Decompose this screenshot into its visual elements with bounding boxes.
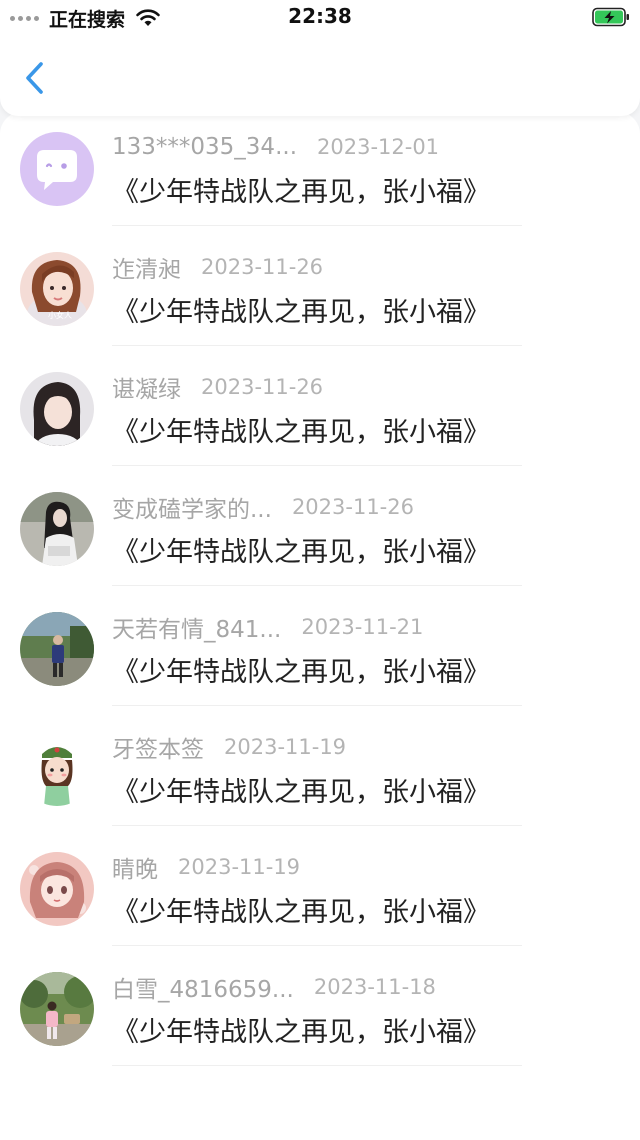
- comment-row[interactable]: 变成磕学家的... 2023-11-26 《少年特战队之再见，张小福》: [0, 466, 640, 586]
- avatar-image: 小女人: [20, 252, 94, 326]
- clock: 22:38: [288, 4, 352, 28]
- username[interactable]: 谌凝绿: [112, 370, 181, 404]
- avatar-image: [20, 372, 94, 446]
- username[interactable]: 白雪_4816659...: [112, 970, 294, 1004]
- comment-date: 2023-11-19: [178, 855, 301, 879]
- comment-date: 2023-11-26: [291, 495, 414, 519]
- battery-charging-icon: [592, 7, 629, 27]
- avatar-image: [20, 732, 94, 806]
- comment-text: 《少年特战队之再见，张小福》: [112, 777, 490, 808]
- comment-meta: 天若有情_841... 2023-11-21: [112, 610, 424, 644]
- avatar-image: [20, 492, 94, 566]
- back-button[interactable]: [18, 58, 54, 98]
- username[interactable]: 变成磕学家的...: [112, 490, 272, 524]
- avatar[interactable]: [20, 372, 94, 446]
- comment-date: 2023-11-26: [201, 255, 324, 279]
- comment-list-screen: 正在搜索 22:38 《少年特战队之再见，张小福》133***035_34...…: [0, 0, 640, 1140]
- comment-row[interactable]: 天若有情_841... 2023-11-21 《少年特战队之再见，张小福》: [0, 586, 640, 706]
- comment-meta: 牙签本签 2023-11-19: [112, 730, 347, 764]
- comment-row[interactable]: 睛晚 2023-11-19 《少年特战队之再见，张小福》: [0, 826, 640, 946]
- username[interactable]: 133***035_34...: [112, 134, 297, 160]
- comment-date: 2023-11-21: [301, 615, 424, 639]
- comment-meta: 迮清昶 2023-11-26: [112, 250, 324, 284]
- avatar[interactable]: [20, 132, 94, 206]
- username[interactable]: 天若有情_841...: [112, 610, 281, 644]
- comment-date: 2023-12-01: [317, 135, 440, 159]
- username[interactable]: 睛晚: [112, 850, 158, 884]
- comment-row[interactable]: 谌凝绿 2023-11-26 《少年特战队之再见，张小福》: [0, 346, 640, 466]
- comment-text: 《少年特战队之再见，张小福》: [112, 417, 490, 448]
- svg-text:小女人: 小女人: [48, 310, 72, 320]
- comment-row[interactable]: 牙签本签 2023-11-19 《少年特战队之再见，张小福》: [0, 706, 640, 826]
- avatar-image: [20, 132, 94, 206]
- avatar-image: [20, 972, 94, 1046]
- comment-list[interactable]: 《少年特战队之再见，张小福》 133***035_34... 2023-12-01 《…: [0, 112, 640, 1140]
- avatar[interactable]: [20, 492, 94, 566]
- comment-text: 《少年特战队之再见，张小福》: [112, 177, 490, 208]
- avatar[interactable]: [20, 612, 94, 686]
- comment-text: 《少年特战队之再见，张小福》: [112, 297, 490, 328]
- avatar-image: [20, 612, 94, 686]
- comment-text: 《少年特战队之再见，张小福》: [112, 657, 490, 688]
- comment-row[interactable]: 小女人 迮清昶 2023-11-26 《少年特战队之再见，张小福》: [0, 226, 640, 346]
- comment-meta: 变成磕学家的... 2023-11-26: [112, 490, 414, 524]
- comment-meta: 白雪_4816659... 2023-11-18: [112, 970, 436, 1004]
- nav-bar: [0, 36, 640, 116]
- comment-date: 2023-11-18: [313, 975, 436, 999]
- comment-meta: 谌凝绿 2023-11-26: [112, 370, 324, 404]
- comment-list-content: 《少年特战队之再见，张小福》 133***035_34... 2023-12-01 《…: [0, 112, 640, 1066]
- comment-row[interactable]: 白雪_4816659... 2023-11-18 《少年特战队之再见，张小福》: [0, 946, 640, 1066]
- avatar[interactable]: 小女人: [20, 252, 94, 326]
- comment-text: 《少年特战队之再见，张小福》: [112, 1017, 490, 1048]
- divider: [112, 1065, 522, 1066]
- status-bar: 正在搜索 22:38: [0, 0, 640, 36]
- username[interactable]: 迮清昶: [112, 250, 181, 284]
- comment-text: 《少年特战队之再见，张小福》: [112, 897, 490, 928]
- comment-row[interactable]: 133***035_34... 2023-12-01 《少年特战队之再见，张小福》: [0, 112, 640, 226]
- comment-meta: 睛晚 2023-11-19: [112, 850, 301, 884]
- username[interactable]: 牙签本签: [112, 730, 204, 764]
- comment-date: 2023-11-19: [224, 735, 347, 759]
- comment-date: 2023-11-26: [201, 375, 324, 399]
- comment-meta: 133***035_34... 2023-12-01: [112, 132, 439, 162]
- avatar-image: [20, 852, 94, 926]
- avatar[interactable]: [20, 852, 94, 926]
- comment-text: 《少年特战队之再见，张小福》: [112, 537, 490, 568]
- avatar[interactable]: [20, 972, 94, 1046]
- avatar[interactable]: [20, 732, 94, 806]
